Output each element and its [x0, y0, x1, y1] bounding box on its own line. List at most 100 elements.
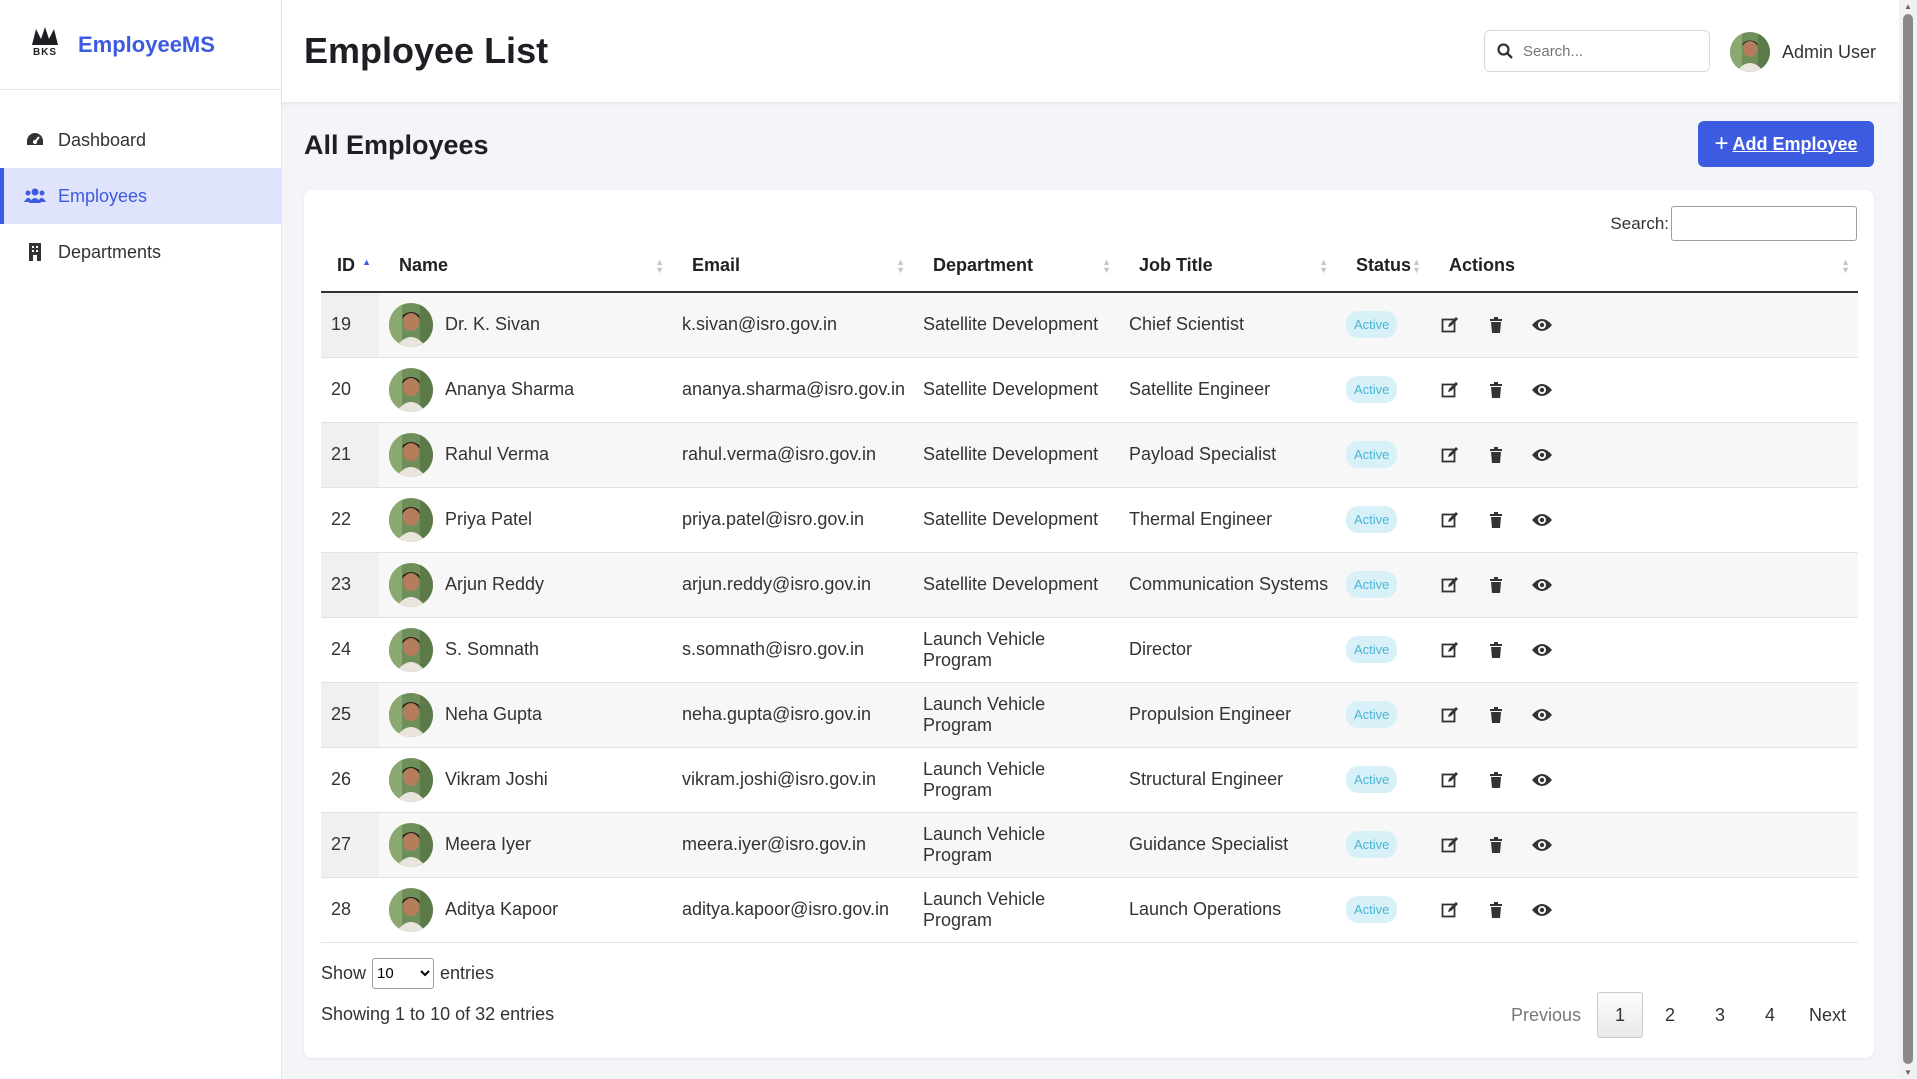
edit-icon[interactable]: [1439, 314, 1461, 336]
employee-name: Rahul Verma: [445, 444, 550, 464]
cell-job-title: Chief Scientist: [1129, 314, 1245, 335]
status-badge: Active: [1346, 571, 1398, 598]
cell-email: k.sivan@isro.gov.in: [682, 314, 837, 335]
status-badge: Active: [1346, 831, 1398, 858]
column-header-department[interactable]: Department ▲ ▼: [913, 240, 1119, 293]
delete-icon[interactable]: [1485, 834, 1507, 856]
pagination-previous[interactable]: Previous: [1499, 992, 1593, 1038]
column-header-id[interactable]: ID ▲: [321, 240, 379, 293]
view-icon[interactable]: [1531, 444, 1553, 466]
cell-status: Active: [1336, 682, 1429, 747]
view-icon[interactable]: [1531, 704, 1553, 726]
sidebar-item-employees[interactable]: Employees: [0, 168, 281, 224]
pagination-next[interactable]: Next: [1797, 992, 1858, 1038]
brand-logo-text: BKS: [32, 46, 58, 58]
edit-icon[interactable]: [1439, 834, 1461, 856]
view-icon[interactable]: [1531, 769, 1553, 791]
sort-icon: ▲ ▼: [1841, 257, 1850, 275]
status-badge: Active: [1346, 766, 1398, 793]
edit-icon[interactable]: [1439, 444, 1461, 466]
page-scrollbar[interactable]: ▲ ▼: [1899, 0, 1917, 1079]
cell-status: Active: [1336, 422, 1429, 487]
column-header-name[interactable]: Name ▲ ▼: [379, 240, 672, 293]
pagination-page-1[interactable]: 1: [1596, 992, 1643, 1038]
header-search[interactable]: [1484, 30, 1710, 72]
status-badge: Active: [1346, 636, 1398, 663]
user-menu[interactable]: Admin User: [1730, 32, 1876, 72]
edit-icon[interactable]: [1439, 704, 1461, 726]
header-search-input[interactable]: [1523, 42, 1693, 60]
status-badge: Active: [1346, 896, 1398, 923]
view-icon[interactable]: [1531, 379, 1553, 401]
cell-status: Active: [1336, 357, 1429, 422]
cell-email: ananya.sharma@isro.gov.in: [682, 379, 906, 399]
delete-icon[interactable]: [1485, 379, 1507, 401]
pagination-page-4[interactable]: 4: [1747, 992, 1793, 1038]
table-row: 20 Ananya Sharma ananya.sharma@isro.gov.in…: [321, 357, 1858, 422]
column-header-label: ID: [337, 255, 355, 275]
avatar: [389, 627, 433, 672]
edit-icon[interactable]: [1439, 574, 1461, 596]
delete-icon[interactable]: [1485, 444, 1507, 466]
view-icon[interactable]: [1531, 574, 1553, 596]
edit-icon[interactable]: [1439, 769, 1461, 791]
cell-actions: [1429, 422, 1858, 487]
cell-actions: [1429, 747, 1858, 812]
column-header-job-title[interactable]: Job Title ▲ ▼: [1119, 240, 1336, 293]
view-icon[interactable]: [1531, 509, 1553, 531]
pagination-page-2[interactable]: 2: [1647, 992, 1693, 1038]
table-row: 25 Neha Gupta neha.gupta@isro.gov.in Launch…: [321, 682, 1858, 747]
cell-job-title: Communication Systems: [1129, 574, 1329, 594]
show-label: Show: [321, 963, 367, 983]
status-badge: Active: [1346, 311, 1398, 339]
delete-icon[interactable]: [1485, 704, 1507, 726]
cell-email: arjun.reddy@isro.gov.in: [682, 574, 872, 594]
sidebar-item-label: Employees: [58, 185, 148, 206]
delete-icon[interactable]: [1485, 639, 1507, 661]
view-icon[interactable]: [1531, 834, 1553, 856]
column-header-email[interactable]: Email ▲ ▼: [672, 240, 913, 293]
scroll-up-icon[interactable]: ▲: [1903, 2, 1913, 11]
employee-name: Arjun Reddy: [445, 574, 545, 594]
status-badge: Active: [1346, 376, 1398, 403]
table-search-input[interactable]: [1671, 206, 1857, 241]
delete-icon[interactable]: [1485, 899, 1507, 921]
delete-icon[interactable]: [1485, 574, 1507, 596]
entries-label: entries: [440, 963, 495, 983]
cell-job-title: Structural Engineer: [1129, 769, 1284, 789]
view-icon[interactable]: [1531, 899, 1553, 921]
cell-actions: [1429, 357, 1858, 422]
column-header-status[interactable]: Status ▲ ▼: [1336, 240, 1429, 293]
cell-job-title: Guidance Specialist: [1129, 834, 1289, 854]
delete-icon[interactable]: [1485, 314, 1507, 336]
employees-card: Search: ID ▲ Name ▲ ▼ Email ▲ ▼ Department ▲ ▼ …: [304, 190, 1874, 1058]
avatar: [389, 887, 433, 932]
cell-department: Launch Vehicle Program: [923, 888, 1046, 930]
cell-email: meera.iyer@isro.gov.in: [682, 834, 866, 854]
sidebar-item-dashboard[interactable]: Dashboard: [0, 112, 281, 168]
delete-icon[interactable]: [1485, 509, 1507, 531]
cell-job-title: Payload Specialist: [1129, 444, 1277, 464]
sort-icon: ▲ ▼: [896, 257, 905, 275]
edit-icon[interactable]: [1439, 639, 1461, 661]
add-employee-button[interactable]: + Add Employee: [1698, 121, 1874, 167]
edit-icon[interactable]: [1439, 379, 1461, 401]
edit-icon[interactable]: [1439, 899, 1461, 921]
cell-department: Launch Vehicle Program: [923, 823, 1046, 865]
cell-job-title: Propulsion Engineer: [1129, 704, 1292, 724]
brand[interactable]: BKS EmployeeMS: [0, 0, 281, 90]
avatar: [389, 757, 433, 802]
edit-icon[interactable]: [1439, 509, 1461, 531]
delete-icon[interactable]: [1485, 769, 1507, 791]
view-icon[interactable]: [1531, 314, 1553, 336]
scroll-thumb[interactable]: [1903, 14, 1913, 1064]
pagination-page-3[interactable]: 3: [1697, 992, 1743, 1038]
scroll-down-icon[interactable]: ▼: [1903, 1068, 1913, 1077]
column-header-actions[interactable]: Actions ▲ ▼: [1429, 240, 1858, 293]
cell-department: Satellite Development: [923, 314, 1099, 335]
cell-actions: [1429, 292, 1858, 357]
cell-name: Neha Gupta: [379, 682, 672, 747]
page-size-select[interactable]: 10: [372, 958, 435, 989]
view-icon[interactable]: [1531, 639, 1553, 661]
sidebar-item-departments[interactable]: Departments: [0, 224, 281, 280]
